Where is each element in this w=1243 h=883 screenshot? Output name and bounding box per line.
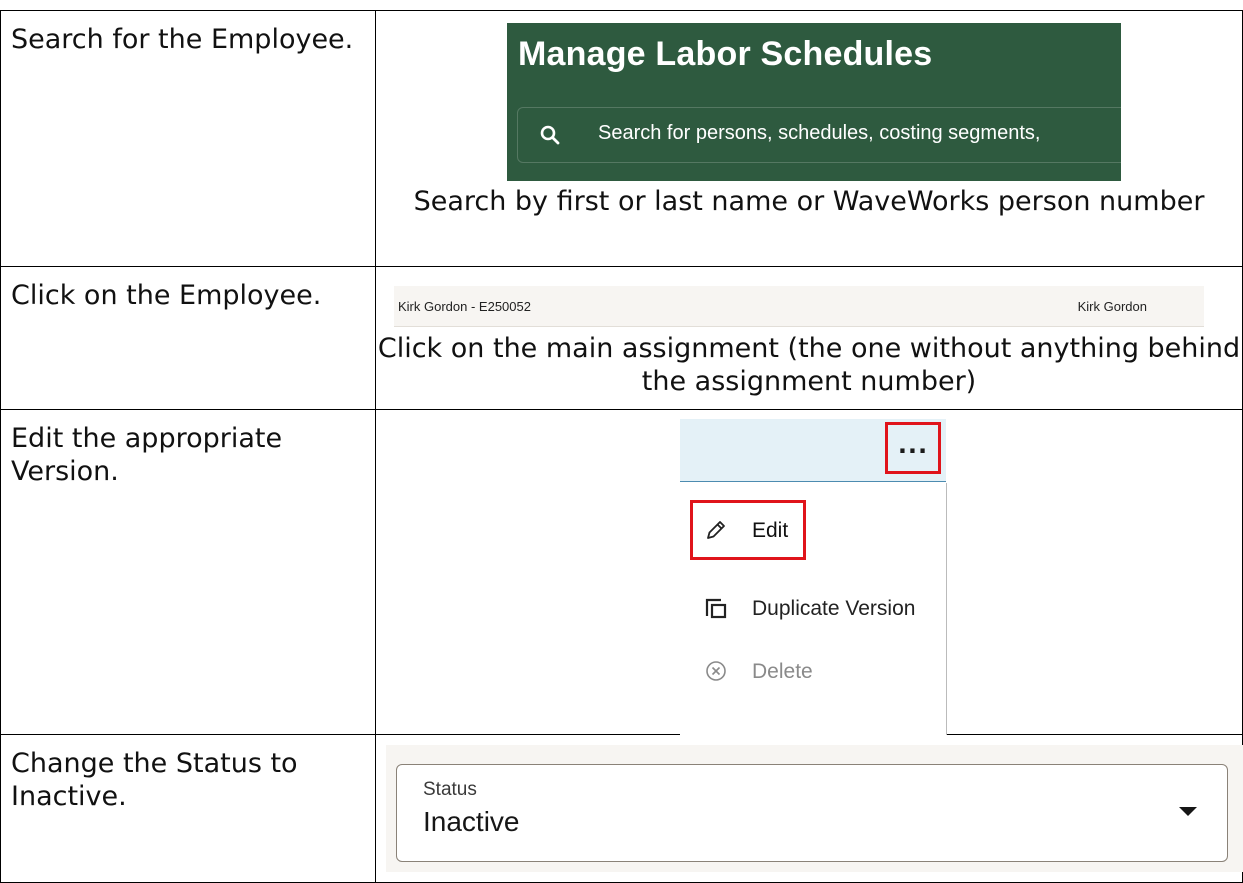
step-row-version: Edit the appropriate Version. ... Edit D…	[0, 409, 1243, 735]
status-value: Inactive	[423, 806, 520, 837]
manage-labor-schedules-panel: Manage Labor Schedules Search for person…	[507, 23, 1121, 181]
step-illustration-cell: Manage Labor Schedules Search for person…	[375, 10, 1243, 267]
search-placeholder: Search for persons, schedules, costing s…	[598, 122, 1041, 144]
employee-result-row[interactable]: Kirk Gordon - E250052 Kirk Gordon	[394, 286, 1204, 327]
step-instruction: Change the Status to Inactive.	[11, 748, 298, 812]
status-select[interactable]: Status Inactive	[396, 764, 1228, 862]
more-actions-button[interactable]: ...	[885, 422, 941, 474]
menu-item-label: Edit	[752, 519, 789, 542]
step-row-search: Search for the Employee. Manage Labor Sc…	[0, 10, 1243, 267]
delete-icon	[706, 661, 726, 681]
step-illustration-cell: Kirk Gordon - E250052 Kirk Gordon Click …	[375, 266, 1243, 410]
step-instruction-cell: Edit the appropriate Version.	[0, 409, 376, 735]
step-illustration-cell: Status Inactive	[375, 734, 1243, 883]
step-instruction-cell: Change the Status to Inactive.	[0, 734, 376, 883]
step-instruction: Edit the appropriate Version.	[11, 423, 283, 487]
step-instruction: Search for the Employee.	[11, 24, 354, 55]
duplicate-icon	[705, 598, 727, 619]
step-instruction: Click on the Employee.	[11, 280, 322, 311]
version-header: ...	[680, 419, 946, 482]
step-instruction-cell: Search for the Employee.	[0, 10, 376, 267]
employee-assignment-number: Kirk Gordon - E250052	[398, 299, 531, 314]
step-row-status: Change the Status to Inactive. Status In…	[0, 734, 1243, 883]
search-icon	[540, 125, 560, 145]
step-caption: Search by first or last name or WaveWork…	[413, 186, 1205, 217]
menu-item-label: Duplicate Version	[752, 597, 916, 620]
chevron-down-icon	[1179, 807, 1197, 816]
menu-item-label: Delete	[752, 660, 813, 683]
step-instruction-cell: Click on the Employee.	[0, 266, 376, 410]
status-label: Status	[423, 779, 477, 800]
step-caption: Click on the main assignment (the one wi…	[377, 333, 1241, 397]
step-row-employee: Click on the Employee. Kirk Gordon - E25…	[0, 266, 1243, 410]
search-input[interactable]: Search for persons, schedules, costing s…	[517, 107, 1121, 163]
employee-name: Kirk Gordon	[1077, 299, 1147, 314]
version-actions-menu: Edit Duplicate Version Delete	[680, 483, 947, 735]
status-panel: Status Inactive	[386, 745, 1243, 872]
instructions-table: Search for the Employee. Manage Labor Sc…	[0, 10, 1243, 883]
pencil-icon	[707, 521, 725, 539]
step-illustration-cell: ... Edit Duplicate Version Delete	[375, 409, 1243, 735]
panel-title: Manage Labor Schedules	[518, 35, 933, 73]
